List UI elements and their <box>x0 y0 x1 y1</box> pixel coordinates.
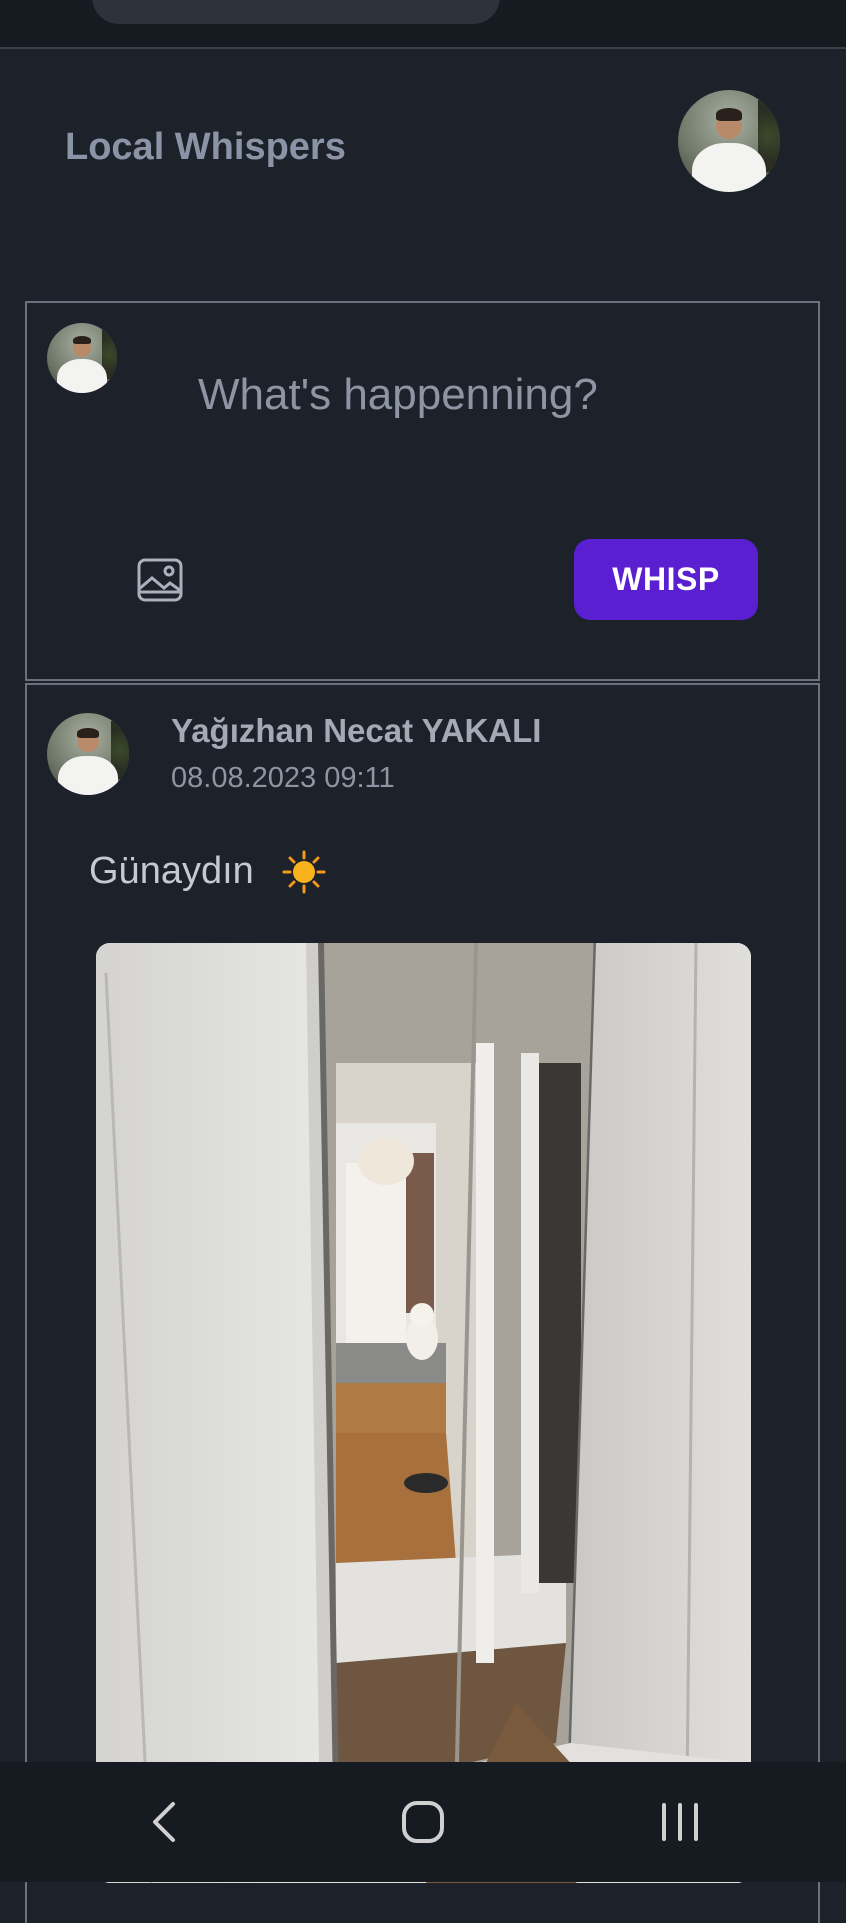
post-image[interactable] <box>96 943 751 1883</box>
back-chevron-icon[interactable] <box>125 1790 205 1854</box>
whisp-button[interactable]: WHISP <box>574 539 758 620</box>
composer-avatar <box>47 323 117 393</box>
sun-icon <box>282 850 326 894</box>
post-text: Günaydın <box>89 850 254 892</box>
recents-icon[interactable] <box>640 1790 720 1854</box>
whisper-input[interactable] <box>198 370 698 420</box>
post-timestamp: 08.08.2023 09:11 <box>171 762 395 794</box>
home-icon[interactable] <box>383 1790 463 1854</box>
app-title: Local Whispers <box>65 126 346 168</box>
image-icon[interactable] <box>136 556 184 604</box>
system-nav-bar <box>0 1762 846 1882</box>
post-author-name[interactable]: Yağızhan Necat YAKALI <box>171 712 541 750</box>
profile-avatar[interactable] <box>678 90 780 192</box>
composer-card <box>25 301 820 681</box>
post-author-avatar[interactable] <box>47 713 129 795</box>
browser-top-bar <box>0 0 846 49</box>
address-bar[interactable] <box>92 0 500 24</box>
